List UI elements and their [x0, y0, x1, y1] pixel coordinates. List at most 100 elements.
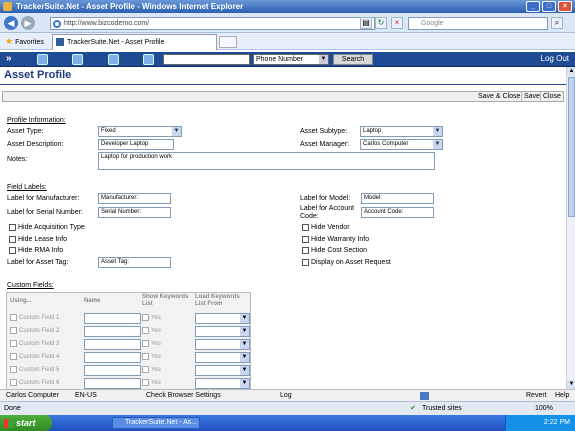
checkbox-box[interactable]	[10, 340, 17, 347]
show-keywords-checkbox[interactable]: Yes	[142, 340, 161, 347]
checkbox-box[interactable]	[302, 259, 309, 266]
using-checkbox[interactable]: Custom Field 5	[10, 366, 59, 373]
checkbox-box[interactable]	[9, 247, 16, 254]
checkbox-box[interactable]	[10, 327, 17, 334]
refresh-icon[interactable]: ↻	[375, 17, 387, 29]
custom-field-name-input[interactable]	[84, 365, 141, 376]
checkbox-box[interactable]	[142, 353, 149, 360]
using-checkbox[interactable]: Custom Field 2	[10, 327, 59, 334]
browser-tab[interactable]: TrackerSuite.Net - Asset Profile	[52, 34, 217, 50]
checkbox-box[interactable]	[10, 353, 17, 360]
using-checkbox[interactable]: Custom Field 6	[10, 379, 59, 386]
compat-view-icon[interactable]: ▤	[360, 17, 372, 29]
hide-cost-checkbox[interactable]: Hide Cost Section	[302, 247, 367, 254]
show-keywords-checkbox[interactable]: Yes	[142, 366, 161, 373]
model-input[interactable]: Model:	[361, 193, 434, 204]
checkbox-box[interactable]	[10, 314, 17, 321]
new-tab-button[interactable]	[219, 36, 237, 48]
close-button[interactable]: Close	[540, 92, 563, 101]
load-keywords-select[interactable]: ▼	[195, 378, 250, 389]
chevron-down-icon: ▼	[240, 327, 249, 336]
save-close-button[interactable]: Save & Close	[476, 92, 522, 101]
logout-link[interactable]: Log Out	[541, 54, 569, 63]
asset-type-select[interactable]: Fixed ▼	[98, 126, 182, 137]
search-type-select[interactable]: Phone Number ▼	[253, 54, 329, 65]
manufacturer-input[interactable]: Manufacturer:	[98, 193, 171, 204]
show-keywords-checkbox[interactable]: Yes	[142, 314, 161, 321]
using-checkbox[interactable]: Custom Field 3	[10, 340, 59, 347]
checkbox-box[interactable]	[142, 314, 149, 321]
hide-acquisition-checkbox[interactable]: Hide Acquisition Type	[9, 224, 85, 231]
globe-icon[interactable]	[72, 54, 83, 65]
checkbox-box[interactable]	[302, 247, 309, 254]
check-browser-link[interactable]: Check Browser Settings	[146, 390, 221, 401]
load-keywords-select[interactable]: ▼	[195, 352, 250, 363]
custom-field-name-input[interactable]	[84, 339, 141, 350]
scroll-up-icon[interactable]: ▲	[567, 67, 575, 76]
checklist-icon[interactable]	[143, 54, 154, 65]
checkbox-box[interactable]	[302, 236, 309, 243]
zoom-level[interactable]: 100%	[535, 402, 553, 415]
app-search-input[interactable]	[163, 54, 250, 65]
save-button[interactable]: Save	[521, 92, 542, 101]
hide-lease-checkbox[interactable]: Hide Lease Info	[9, 236, 67, 243]
minimize-button[interactable]: _	[526, 1, 540, 12]
hide-rma-checkbox[interactable]: Hide RMA Info	[9, 247, 63, 254]
checkbox-box[interactable]	[10, 379, 17, 386]
load-keywords-select[interactable]: ▼	[195, 339, 250, 350]
close-window-button[interactable]: ×	[558, 1, 572, 12]
account-code-input[interactable]: Account Code:	[361, 207, 434, 218]
show-keywords-checkbox[interactable]: Yes	[142, 379, 161, 386]
revert-link[interactable]: Revert	[526, 390, 547, 401]
start-button[interactable]: start	[0, 415, 52, 431]
display-on-request-checkbox[interactable]: Display on Asset Request	[302, 259, 391, 266]
checkbox-box[interactable]	[142, 327, 149, 334]
checkbox-box[interactable]	[9, 224, 16, 231]
checkbox-box[interactable]	[142, 379, 149, 386]
load-keywords-select[interactable]: ▼	[195, 365, 250, 376]
custom-field-name-input[interactable]	[84, 313, 141, 324]
page-scrollbar[interactable]: ▲ ▼	[566, 67, 575, 389]
asset-subtype-select[interactable]: Laptop ▼	[360, 126, 443, 137]
home-icon[interactable]	[37, 54, 48, 65]
browser-search-input[interactable]: Google	[408, 17, 548, 30]
help-link[interactable]: Help	[555, 390, 569, 401]
hide-vendor-checkbox[interactable]: Hide Vendor	[302, 224, 350, 231]
notes-textarea[interactable]: Laptop for production work	[98, 152, 435, 170]
custom-field-name-input[interactable]	[84, 326, 141, 337]
checkbox-box[interactable]	[9, 236, 16, 243]
app-search-button[interactable]: Search	[333, 54, 373, 65]
checkbox-box[interactable]	[142, 366, 149, 373]
serial-number-input[interactable]: Serial Number:	[98, 207, 171, 218]
show-keywords-checkbox[interactable]: Yes	[142, 327, 161, 334]
checkbox-box[interactable]	[10, 366, 17, 373]
scroll-down-icon[interactable]: ▼	[567, 380, 575, 389]
custom-field-name-input[interactable]	[84, 378, 141, 389]
asset-manager-select[interactable]: Carlos Computer ▼	[360, 139, 443, 150]
stop-icon[interactable]: ×	[391, 17, 403, 29]
search-icon[interactable]: ⌕	[551, 17, 563, 29]
using-checkbox[interactable]: Custom Field 1	[10, 314, 59, 321]
chevron-down-icon: ▼	[240, 379, 249, 388]
using-checkbox[interactable]: Custom Field 4	[10, 353, 59, 360]
load-keywords-select[interactable]: ▼	[195, 326, 250, 337]
show-keywords-checkbox[interactable]: Yes	[142, 353, 161, 360]
asset-description-input[interactable]: Developer Laptop	[98, 139, 174, 150]
expand-menu-icon[interactable]: »	[6, 53, 12, 64]
favorites-button[interactable]: ★ Favorites	[5, 36, 44, 47]
checkbox-box[interactable]	[302, 224, 309, 231]
asset-tag-input[interactable]: Asset Tag:	[98, 257, 171, 268]
tracker-icon[interactable]	[108, 54, 119, 65]
log-link[interactable]: Log	[280, 390, 292, 401]
browser-status-bar: Done ✔ Trusted sites 100%	[0, 401, 575, 415]
hide-warranty-checkbox[interactable]: Hide Warranty Info	[302, 236, 369, 243]
back-button[interactable]: ◀	[4, 16, 18, 30]
taskbar-item-ie[interactable]: TrackerSuite.Net - As...	[112, 417, 200, 429]
forward-button[interactable]: ▶	[21, 16, 35, 30]
maximize-button[interactable]: □	[542, 1, 556, 12]
address-bar[interactable]: http://www.bizcodemo.com/	[50, 17, 375, 30]
custom-field-name-input[interactable]	[84, 352, 141, 363]
checkbox-box[interactable]	[142, 340, 149, 347]
load-keywords-select[interactable]: ▼	[195, 313, 250, 324]
scroll-thumb[interactable]	[568, 77, 575, 217]
